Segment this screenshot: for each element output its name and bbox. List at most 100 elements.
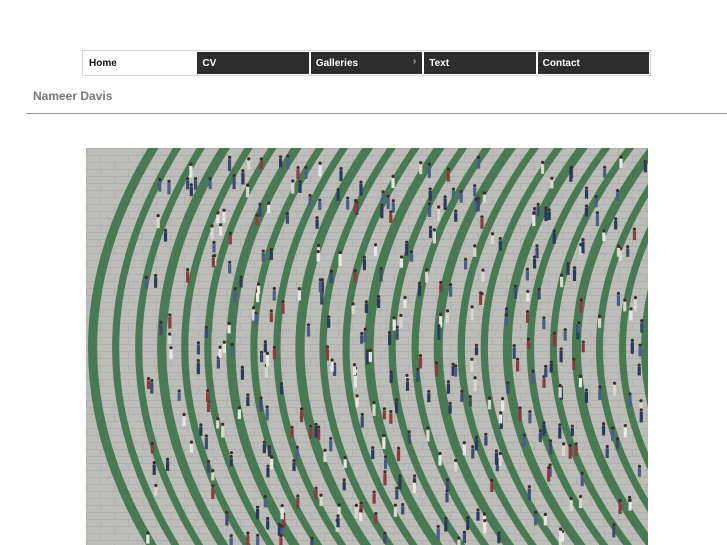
crowd-figure — [494, 449, 499, 465]
crowd-figure — [559, 527, 563, 542]
crowd-figure — [468, 394, 472, 407]
crowd-figure — [389, 409, 393, 424]
crowd-figure — [327, 315, 331, 328]
crowd-figure — [483, 519, 487, 534]
crowd-figure — [537, 287, 541, 300]
crowd-figure — [211, 469, 215, 481]
crowd-figure — [199, 423, 203, 436]
nav-item-contact[interactable]: Contact — [537, 52, 650, 74]
crowd-figure — [473, 244, 477, 257]
crowd-figure — [206, 389, 210, 403]
crowd-figure — [259, 350, 264, 363]
nav-item-cv[interactable]: CV — [197, 52, 309, 74]
crowd-figure — [626, 245, 630, 257]
crowd-figure — [315, 216, 319, 229]
crowd-figure — [446, 380, 451, 394]
crowd-figure — [212, 240, 216, 253]
crowd-figure — [154, 273, 158, 288]
nav-item-label: Contact — [542, 57, 580, 69]
crowd-figure — [544, 364, 548, 378]
crowd-figure — [425, 268, 429, 283]
crowd-figure — [373, 243, 378, 257]
crowd-figure — [304, 165, 308, 179]
crowd-figure — [552, 331, 557, 347]
crowd-figure — [210, 224, 214, 240]
crowd-figure — [169, 346, 173, 360]
crowd-figure — [383, 470, 387, 486]
crowd-figure — [568, 443, 572, 459]
crowd-figure — [298, 180, 302, 193]
crowd-figure — [206, 459, 211, 473]
crowd-figure — [270, 455, 274, 470]
crowd-figure — [601, 422, 606, 436]
crowd-figure — [266, 516, 270, 530]
nav-item-galleries[interactable]: Galleries › — [310, 52, 423, 74]
crowd-figure — [267, 201, 271, 214]
crowd-figure — [526, 337, 530, 350]
crowd-figure — [403, 295, 407, 309]
crowd-figure — [474, 343, 479, 356]
nav-item-text[interactable]: Text — [424, 52, 536, 74]
crowd-figure — [499, 411, 503, 424]
crowd-figure — [643, 160, 647, 173]
crowd-figure — [454, 458, 458, 472]
crowd-figure — [578, 374, 583, 388]
crowd-figure — [239, 275, 243, 288]
crowd-figure — [216, 417, 220, 429]
crowd-figure — [597, 314, 602, 328]
crowd-figure — [616, 291, 621, 306]
crowd-figure — [265, 405, 269, 421]
crowd-figure — [278, 155, 283, 168]
artwork-painting[interactable] — [86, 148, 648, 545]
crowd-figure — [316, 250, 320, 262]
crowd-figure — [525, 310, 530, 323]
header-divider — [26, 113, 727, 114]
crowd-figure — [309, 424, 313, 439]
crowd-figure — [490, 232, 495, 244]
crowd-figure — [296, 494, 300, 509]
nav-item-label: Galleries — [315, 57, 359, 69]
crowd-figure — [602, 229, 606, 242]
crowd-figure — [154, 483, 158, 496]
nav-item-home[interactable]: Home — [84, 52, 196, 74]
crowd-figure — [612, 381, 617, 396]
crowd-figure — [163, 228, 168, 242]
crowd-figure — [228, 260, 232, 274]
crowd-figure — [291, 179, 295, 194]
crowd-figure — [237, 406, 241, 420]
crowd-figure — [584, 388, 589, 403]
crowd-figure — [267, 445, 272, 457]
crowd-figure — [419, 161, 423, 175]
crowd-figure — [563, 328, 567, 341]
crowd-figure — [182, 412, 186, 427]
crowd-figure — [319, 493, 323, 506]
crowd-figure — [265, 351, 270, 367]
crowd-figure — [476, 196, 480, 212]
crowd-figure — [428, 225, 433, 239]
crowd-figure — [297, 287, 302, 301]
crowd-figure — [259, 396, 263, 412]
crowd-figure — [460, 389, 464, 402]
crowd-figure — [144, 275, 148, 289]
crowd-figure — [619, 155, 623, 168]
crowd-figure — [318, 198, 322, 211]
page: Home CV Galleries › Text Contact Nameer … — [0, 0, 727, 545]
crowd-figure — [490, 478, 494, 492]
crowd-figure — [314, 486, 318, 500]
crowd-figure — [150, 441, 154, 454]
crowd-figure — [379, 267, 383, 282]
crowd-figure — [616, 244, 621, 257]
crowd-figure — [618, 498, 622, 514]
crowd-figure — [437, 324, 441, 340]
crowd-figure — [280, 504, 284, 520]
crowd-figure — [443, 195, 447, 210]
crowd-figure — [572, 357, 576, 370]
crowd-figure — [359, 509, 363, 522]
crowd-figure — [448, 283, 453, 297]
crowd-figure — [354, 503, 358, 519]
crowd-figure — [216, 356, 220, 369]
crowd-figure — [399, 313, 403, 329]
crowd-figure — [168, 313, 172, 329]
crowd-figure — [189, 440, 194, 453]
crowd-figure — [437, 205, 441, 221]
